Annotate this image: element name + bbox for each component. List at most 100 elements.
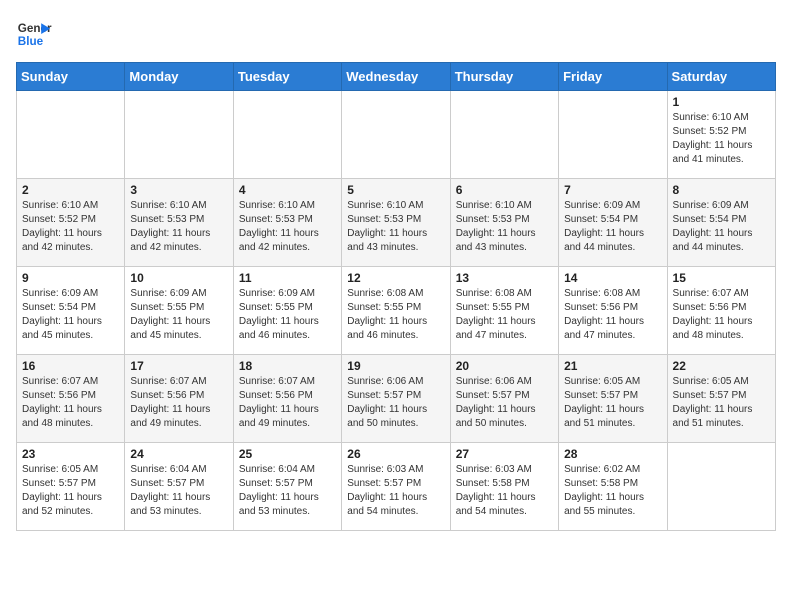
calendar-cell <box>17 91 125 179</box>
calendar-cell: 8 Sunrise: 6:09 AM Sunset: 5:54 PM Daylig… <box>667 179 775 267</box>
logo: General Blue <box>16 16 52 52</box>
calendar-cell: 19 Sunrise: 6:06 AM Sunset: 5:57 PM Dayli… <box>342 355 450 443</box>
day-info: Sunrise: 6:06 AM Sunset: 5:57 PM Dayligh… <box>347 375 444 431</box>
day-info: Sunrise: 6:07 AM Sunset: 5:56 PM Dayligh… <box>673 287 770 343</box>
day-info: Sunrise: 6:06 AM Sunset: 5:57 PM Dayligh… <box>456 375 553 431</box>
day-number: 23 <box>22 447 119 461</box>
calendar-cell: 4 Sunrise: 6:10 AM Sunset: 5:53 PM Daylig… <box>233 179 341 267</box>
calendar-cell: 6 Sunrise: 6:10 AM Sunset: 5:53 PM Daylig… <box>450 179 558 267</box>
day-info: Sunrise: 6:10 AM Sunset: 5:53 PM Dayligh… <box>130 199 227 255</box>
calendar-cell: 14Sunrise: 6:08 AM Sunset: 5:56 PM Dayli… <box>559 267 667 355</box>
calendar-week-row: 1Sunrise: 6:10 AM Sunset: 5:52 PM Daylig… <box>17 91 776 179</box>
day-number: 7 <box>564 183 661 197</box>
day-number: 19 <box>347 359 444 373</box>
day-info: Sunrise: 6:10 AM Sunset: 5:53 PM Dayligh… <box>456 199 553 255</box>
day-number: 16 <box>22 359 119 373</box>
day-info: Sunrise: 6:09 AM Sunset: 5:54 PM Dayligh… <box>564 199 661 255</box>
calendar-cell: 11 Sunrise: 6:09 AM Sunset: 5:55 PM Dayli… <box>233 267 341 355</box>
day-number: 4 <box>239 183 336 197</box>
day-number: 13 <box>456 271 553 285</box>
day-info: Sunrise: 6:04 AM Sunset: 5:57 PM Dayligh… <box>130 463 227 519</box>
calendar-cell: 7 Sunrise: 6:09 AM Sunset: 5:54 PM Daylig… <box>559 179 667 267</box>
calendar-cell: 24 Sunrise: 6:04 AM Sunset: 5:57 PM Dayli… <box>125 443 233 531</box>
weekday-header-friday: Friday <box>559 63 667 91</box>
day-number: 18 <box>239 359 336 373</box>
calendar-cell <box>559 91 667 179</box>
calendar-cell: 9 Sunrise: 6:09 AM Sunset: 5:54 PM Daylig… <box>17 267 125 355</box>
calendar-cell <box>667 443 775 531</box>
day-info: Sunrise: 6:08 AM Sunset: 5:56 PM Dayligh… <box>564 287 661 343</box>
weekday-header-saturday: Saturday <box>667 63 775 91</box>
calendar-cell <box>125 91 233 179</box>
day-number: 5 <box>347 183 444 197</box>
page-header: General Blue <box>16 16 776 52</box>
day-number: 15 <box>673 271 770 285</box>
calendar-header-row: SundayMondayTuesdayWednesdayThursdayFrid… <box>17 63 776 91</box>
calendar-cell: 27 Sunrise: 6:03 AM Sunset: 5:58 PM Dayli… <box>450 443 558 531</box>
calendar-cell: 1Sunrise: 6:10 AM Sunset: 5:52 PM Daylig… <box>667 91 775 179</box>
day-info: Sunrise: 6:07 AM Sunset: 5:56 PM Dayligh… <box>22 375 119 431</box>
day-number: 9 <box>22 271 119 285</box>
calendar-cell: 26 Sunrise: 6:03 AM Sunset: 5:57 PM Dayli… <box>342 443 450 531</box>
day-info: Sunrise: 6:08 AM Sunset: 5:55 PM Dayligh… <box>347 287 444 343</box>
calendar-cell: 13 Sunrise: 6:08 AM Sunset: 5:55 PM Dayli… <box>450 267 558 355</box>
day-number: 20 <box>456 359 553 373</box>
day-info: Sunrise: 6:09 AM Sunset: 5:55 PM Dayligh… <box>130 287 227 343</box>
day-number: 12 <box>347 271 444 285</box>
calendar-cell: 18Sunrise: 6:07 AM Sunset: 5:56 PM Dayli… <box>233 355 341 443</box>
calendar-table: SundayMondayTuesdayWednesdayThursdayFrid… <box>16 62 776 531</box>
day-info: Sunrise: 6:04 AM Sunset: 5:57 PM Dayligh… <box>239 463 336 519</box>
day-number: 2 <box>22 183 119 197</box>
svg-text:Blue: Blue <box>18 35 44 48</box>
day-number: 17 <box>130 359 227 373</box>
day-info: Sunrise: 6:05 AM Sunset: 5:57 PM Dayligh… <box>673 375 770 431</box>
day-number: 26 <box>347 447 444 461</box>
day-number: 8 <box>673 183 770 197</box>
day-info: Sunrise: 6:09 AM Sunset: 5:54 PM Dayligh… <box>22 287 119 343</box>
day-info: Sunrise: 6:09 AM Sunset: 5:55 PM Dayligh… <box>239 287 336 343</box>
calendar-week-row: 23 Sunrise: 6:05 AM Sunset: 5:57 PM Dayli… <box>17 443 776 531</box>
weekday-header-thursday: Thursday <box>450 63 558 91</box>
calendar-cell: 5Sunrise: 6:10 AM Sunset: 5:53 PM Daylig… <box>342 179 450 267</box>
day-info: Sunrise: 6:10 AM Sunset: 5:52 PM Dayligh… <box>673 111 770 167</box>
day-info: Sunrise: 6:10 AM Sunset: 5:52 PM Dayligh… <box>22 199 119 255</box>
day-number: 25 <box>239 447 336 461</box>
day-info: Sunrise: 6:10 AM Sunset: 5:53 PM Dayligh… <box>239 199 336 255</box>
day-info: Sunrise: 6:07 AM Sunset: 5:56 PM Dayligh… <box>130 375 227 431</box>
day-info: Sunrise: 6:05 AM Sunset: 5:57 PM Dayligh… <box>22 463 119 519</box>
day-number: 27 <box>456 447 553 461</box>
day-info: Sunrise: 6:05 AM Sunset: 5:57 PM Dayligh… <box>564 375 661 431</box>
calendar-cell: 20 Sunrise: 6:06 AM Sunset: 5:57 PM Dayli… <box>450 355 558 443</box>
weekday-header-sunday: Sunday <box>17 63 125 91</box>
weekday-header-monday: Monday <box>125 63 233 91</box>
day-info: Sunrise: 6:08 AM Sunset: 5:55 PM Dayligh… <box>456 287 553 343</box>
calendar-week-row: 9 Sunrise: 6:09 AM Sunset: 5:54 PM Daylig… <box>17 267 776 355</box>
calendar-cell: 23 Sunrise: 6:05 AM Sunset: 5:57 PM Dayli… <box>17 443 125 531</box>
logo-icon: General Blue <box>16 16 52 52</box>
weekday-header-tuesday: Tuesday <box>233 63 341 91</box>
calendar-cell: 2 Sunrise: 6:10 AM Sunset: 5:52 PM Daylig… <box>17 179 125 267</box>
day-info: Sunrise: 6:02 AM Sunset: 5:58 PM Dayligh… <box>564 463 661 519</box>
day-number: 11 <box>239 271 336 285</box>
calendar-cell: 15 Sunrise: 6:07 AM Sunset: 5:56 PM Dayli… <box>667 267 775 355</box>
day-info: Sunrise: 6:09 AM Sunset: 5:54 PM Dayligh… <box>673 199 770 255</box>
calendar-cell <box>342 91 450 179</box>
day-info: Sunrise: 6:03 AM Sunset: 5:58 PM Dayligh… <box>456 463 553 519</box>
calendar-cell: 25 Sunrise: 6:04 AM Sunset: 5:57 PM Dayli… <box>233 443 341 531</box>
calendar-cell: 21Sunrise: 6:05 AM Sunset: 5:57 PM Dayli… <box>559 355 667 443</box>
day-number: 6 <box>456 183 553 197</box>
calendar-cell: 22 Sunrise: 6:05 AM Sunset: 5:57 PM Dayli… <box>667 355 775 443</box>
day-number: 28 <box>564 447 661 461</box>
weekday-header-wednesday: Wednesday <box>342 63 450 91</box>
calendar-cell: 16 Sunrise: 6:07 AM Sunset: 5:56 PM Dayli… <box>17 355 125 443</box>
day-info: Sunrise: 6:03 AM Sunset: 5:57 PM Dayligh… <box>347 463 444 519</box>
calendar-cell: 17 Sunrise: 6:07 AM Sunset: 5:56 PM Dayli… <box>125 355 233 443</box>
day-number: 3 <box>130 183 227 197</box>
calendar-cell <box>233 91 341 179</box>
calendar-cell: 28 Sunrise: 6:02 AM Sunset: 5:58 PM Dayli… <box>559 443 667 531</box>
calendar-cell: 10Sunrise: 6:09 AM Sunset: 5:55 PM Dayli… <box>125 267 233 355</box>
calendar-cell <box>450 91 558 179</box>
day-number: 24 <box>130 447 227 461</box>
day-number: 22 <box>673 359 770 373</box>
calendar-cell: 12 Sunrise: 6:08 AM Sunset: 5:55 PM Dayli… <box>342 267 450 355</box>
